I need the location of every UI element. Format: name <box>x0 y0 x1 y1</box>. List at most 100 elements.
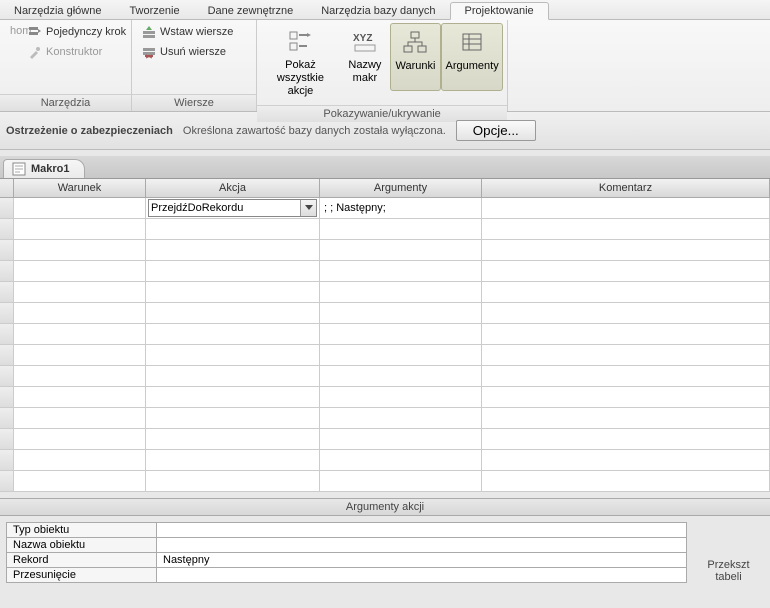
row-selector[interactable] <box>0 450 14 470</box>
arg-value-nazwa[interactable] <box>157 538 687 553</box>
col-header-warunek[interactable]: Warunek <box>14 179 146 197</box>
arg-row-rekord: Rekord Następny <box>7 553 687 568</box>
macro-names-label2: makr <box>353 72 377 85</box>
args-help-line1: Przekszt <box>707 559 749 571</box>
security-msg: Określona zawartość bazy danych została … <box>183 125 446 137</box>
group-tools: hom Pojedynczy krok Konstruktor Narzędzi… <box>0 20 132 111</box>
row-selector[interactable] <box>0 345 14 365</box>
doc-tab-makro1[interactable]: Makro1 <box>3 159 85 178</box>
action-dropdown-button[interactable] <box>300 200 316 216</box>
tab-dbtools[interactable]: Narzędzia bazy danych <box>307 3 449 19</box>
doc-tabs: Makro1 <box>0 156 770 179</box>
action-combo[interactable] <box>148 199 317 217</box>
row-selector[interactable] <box>0 261 14 281</box>
macro-names-label1: Nazwy <box>348 59 381 72</box>
grid-row <box>0 387 770 408</box>
group-showhide: Pokaż wszystkie akcje XYZ Nazwy makr War… <box>257 20 508 111</box>
grid-row <box>0 219 770 240</box>
grid-row <box>0 303 770 324</box>
group-tools-label: Narzędzia <box>0 94 131 111</box>
ribbon-tabs: Narzędzia główne Tworzenie Dane zewnętrz… <box>0 0 770 20</box>
arg-label-przesuniecie: Przesunięcie <box>7 568 157 583</box>
row-selector[interactable] <box>0 324 14 344</box>
insert-rows-icon <box>142 25 156 39</box>
args-panel-title: Argumenty akcji <box>0 498 770 516</box>
builder-button[interactable]: Konstruktor <box>24 43 130 61</box>
col-header-komentarz[interactable]: Komentarz <box>482 179 770 197</box>
arg-label-nazwa: Nazwa obiektu <box>7 538 157 553</box>
row-selector[interactable] <box>0 303 14 323</box>
delete-rows-button[interactable]: Usuń wiersze <box>138 43 237 61</box>
grid-row <box>0 282 770 303</box>
cell-akc-1[interactable] <box>146 198 320 218</box>
row-selector[interactable] <box>0 282 14 302</box>
select-all-corner[interactable] <box>0 179 14 197</box>
grid-row <box>0 261 770 282</box>
arguments-button[interactable]: Argumenty <box>441 23 503 91</box>
args-table: Typ obiektu Nazwa obiektu Rekord Następn… <box>6 522 687 583</box>
args-panel: Typ obiektu Nazwa obiektu Rekord Następn… <box>0 516 770 589</box>
arg-row-przesuniecie: Przesunięcie <box>7 568 687 583</box>
arg-label-rekord: Rekord <box>7 553 157 568</box>
security-options-button[interactable]: Opcje... <box>456 120 536 141</box>
cell-arg-1[interactable]: ; ; Następny; <box>320 198 482 218</box>
grid-row <box>0 324 770 345</box>
row-selector[interactable] <box>0 240 14 260</box>
single-step-button[interactable]: Pojedynczy krok <box>24 23 130 41</box>
show-all-label1: Pokaż <box>285 59 316 72</box>
grid-header: Warunek Akcja Argumenty Komentarz <box>0 179 770 198</box>
cell-kom-1[interactable] <box>482 198 770 218</box>
doc-tab-label: Makro1 <box>31 163 70 175</box>
insert-rows-button[interactable]: Wstaw wiersze <box>138 23 237 41</box>
arguments-icon <box>457 28 487 58</box>
cell-war-1[interactable] <box>14 198 146 218</box>
group-rows-label: Wiersze <box>132 94 256 111</box>
single-step-label: Pojedynczy krok <box>46 26 126 38</box>
action-input[interactable] <box>149 200 300 216</box>
tab-create[interactable]: Tworzenie <box>115 3 193 19</box>
grid-row-1: ; ; Następny; <box>0 198 770 219</box>
builder-label: Konstruktor <box>46 46 102 58</box>
grid-row <box>0 471 770 492</box>
tab-home[interactable]: Narzędzia główne <box>0 3 115 19</box>
arg-label-typ: Typ obiektu <box>7 523 157 538</box>
insert-rows-label: Wstaw wiersze <box>160 26 233 38</box>
group-rows: Wstaw wiersze Usuń wiersze Wiersze <box>132 20 257 111</box>
conditions-button[interactable]: Warunki <box>390 23 441 91</box>
svg-text:XYZ: XYZ <box>353 33 372 44</box>
macro-names-button[interactable]: XYZ Nazwy makr <box>340 23 390 89</box>
row-selector[interactable] <box>0 387 14 407</box>
show-all-actions-button[interactable]: Pokaż wszystkie akcje <box>261 23 340 102</box>
delete-rows-label: Usuń wiersze <box>160 46 226 58</box>
conditions-label: Warunki <box>396 60 436 73</box>
ribbon: hom Pojedynczy krok Konstruktor Narzędzi… <box>0 20 770 112</box>
xyz-icon: XYZ <box>350 27 380 57</box>
tab-design[interactable]: Projektowanie <box>450 2 549 20</box>
tab-external[interactable]: Dane zewnętrzne <box>194 3 308 19</box>
row-selector[interactable] <box>0 198 14 218</box>
row-selector[interactable] <box>0 366 14 386</box>
security-title: Ostrzeżenie o zabezpieczeniach <box>6 125 173 137</box>
col-header-akcja[interactable]: Akcja <box>146 179 320 197</box>
grid-body: ; ; Następny; <box>0 198 770 492</box>
arg-row-nazwa: Nazwa obiektu <box>7 538 687 553</box>
row-selector[interactable] <box>0 471 14 491</box>
single-step-icon <box>28 25 42 39</box>
arg-value-typ[interactable] <box>157 523 687 538</box>
grid-row <box>0 240 770 261</box>
args-help-line2: tabeli <box>715 571 741 583</box>
arg-value-rekord[interactable]: Następny <box>157 553 687 568</box>
col-header-argumenty[interactable]: Argumenty <box>320 179 482 197</box>
row-selector[interactable] <box>0 429 14 449</box>
delete-rows-icon <box>142 45 156 59</box>
conditions-icon <box>400 28 430 58</box>
builder-icon <box>28 45 42 59</box>
arg-value-przesuniecie[interactable] <box>157 568 687 583</box>
grid-row <box>0 408 770 429</box>
run-button[interactable]: hom <box>6 23 24 39</box>
arg-row-typ: Typ obiektu <box>7 523 687 538</box>
grid-row <box>0 450 770 471</box>
arguments-label: Argumenty <box>446 60 499 73</box>
row-selector[interactable] <box>0 219 14 239</box>
row-selector[interactable] <box>0 408 14 428</box>
